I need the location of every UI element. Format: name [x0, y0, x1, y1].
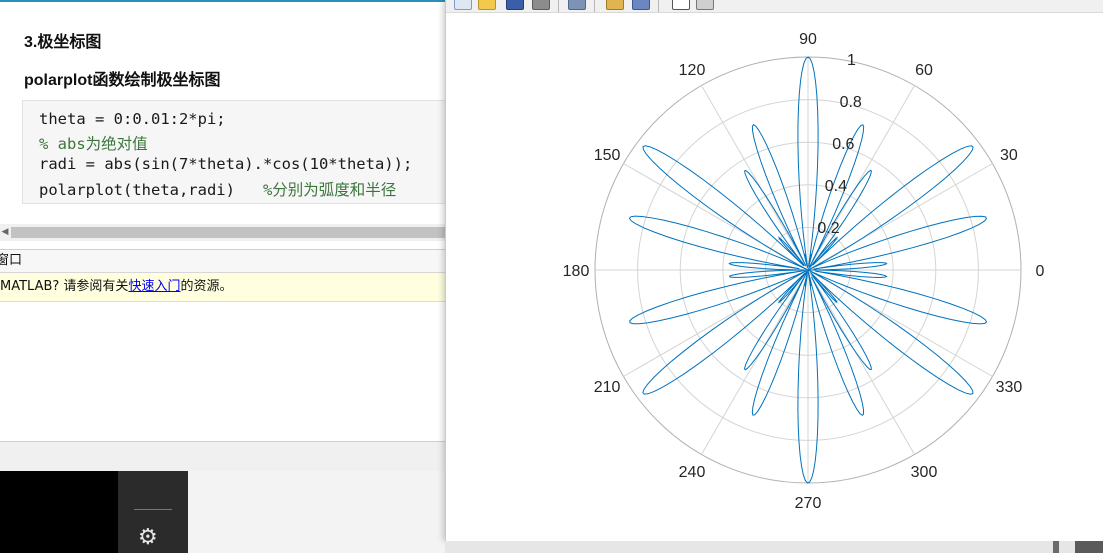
radial-tick-label: 0.4: [825, 178, 847, 195]
code-line-2[interactable]: % abs为绝对值: [39, 132, 148, 154]
strip-mark: [1075, 541, 1103, 553]
getting-started-link[interactable]: 快速入门: [128, 279, 180, 294]
horizontal-scrollbar[interactable]: ◀: [0, 224, 445, 241]
notice-prefix: MATLAB? 请参阅有关: [0, 279, 129, 294]
radial-tick-label: 1: [847, 52, 856, 69]
command-window-bottom-bar: [0, 441, 445, 472]
angular-tick-label: 180: [563, 263, 590, 280]
code-comment-inline: %分别为弧度和半径: [262, 181, 397, 199]
angular-tick-label: 90: [799, 31, 817, 48]
angular-grid-spoke: [701, 269, 809, 455]
radial-tick-label: 0.2: [817, 220, 839, 237]
rail-divider: [134, 509, 172, 510]
scrollbar-thumb[interactable]: [11, 227, 445, 238]
light-panel: [188, 471, 445, 553]
angular-tick-label: 60: [915, 62, 933, 79]
code-comment: % abs为绝对值: [39, 135, 148, 153]
code-line-1[interactable]: theta = 0:0.01:2*pi;: [39, 110, 226, 128]
radial-tick-label: 0.6: [832, 136, 854, 153]
angular-tick-label: 330: [996, 379, 1023, 396]
sub-title: polarplot函数绘制极坐标图: [24, 72, 221, 89]
radial-tick-labels: 0.2 0.4 0.6 0.8 1: [817, 52, 862, 237]
command-window[interactable]: 窗口 MATLAB? 请参阅有关快速入门的资源。: [0, 249, 445, 472]
command-window-header: 窗口: [0, 250, 445, 273]
angular-grid-spoke: [701, 85, 809, 271]
figure-window[interactable]: 0.2 0.4 0.6 0.8 1 0 30 60 90 120 150 180 210 240 270 3…: [445, 0, 1103, 541]
angular-tick-label: 210: [594, 379, 621, 396]
radial-tick-label: 0.8: [840, 94, 862, 111]
angular-tick-label: 120: [679, 62, 706, 79]
figure-bottom-strip: [445, 541, 1103, 553]
notice-suffix: 的资源。: [180, 279, 233, 294]
polar-axes[interactable]: 0.2 0.4 0.6 0.8 1 0 30 60 90 120 150 180 210 240 270 3…: [446, 0, 1103, 541]
angular-tick-label: 0: [1036, 263, 1045, 280]
taskbar-area: ⚙: [0, 471, 445, 553]
code-statement: polarplot(theta,radi): [39, 181, 263, 199]
angular-tick-label: 150: [594, 147, 621, 164]
code-line-3[interactable]: radi = abs(sin(7*theta).*cos(10*theta));: [39, 155, 412, 173]
angular-tick-label: 270: [795, 495, 822, 512]
angular-tick-label: 300: [911, 464, 938, 481]
command-window-title: 窗口: [0, 253, 23, 268]
angular-grid-spoke: [807, 269, 915, 455]
dark-panel: [0, 471, 118, 553]
getting-started-notice: MATLAB? 请参阅有关快速入门的资源。: [0, 273, 445, 302]
angular-tick-label: 30: [1000, 147, 1018, 164]
code-block[interactable]: theta = 0:0.01:2*pi; % abs为绝对值 radi = ab…: [22, 100, 445, 204]
code-line-4[interactable]: polarplot(theta,radi) %分别为弧度和半径: [39, 178, 396, 200]
angular-tick-label: 240: [679, 464, 706, 481]
live-editor: 3.极坐标图 polarplot函数绘制极坐标图 theta = 0:0.01:…: [0, 0, 445, 224]
scroll-left-icon[interactable]: ◀: [0, 224, 10, 241]
gear-icon[interactable]: ⚙: [138, 527, 158, 549]
strip-mark: [1053, 541, 1059, 553]
section-title: 3.极坐标图: [24, 34, 102, 51]
